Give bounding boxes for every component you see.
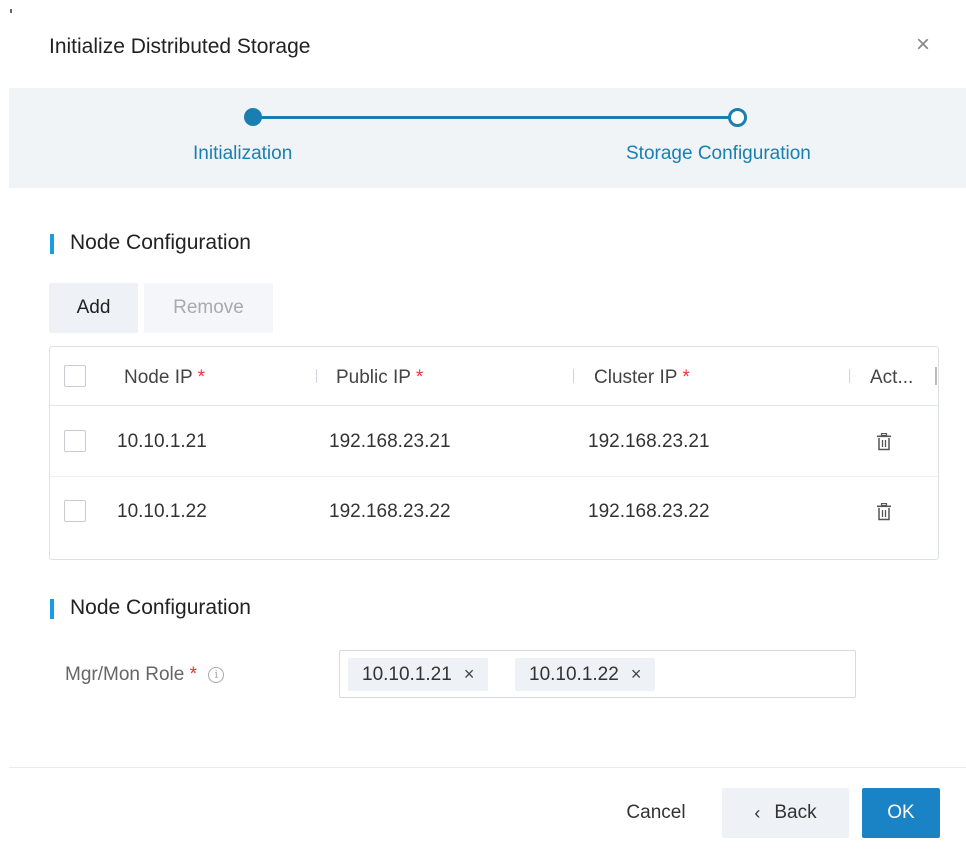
node-table: Node IP * Public IP * Cluster IP * Act..… — [49, 346, 939, 560]
tag-remove-icon[interactable]: × — [631, 664, 642, 685]
section-title-text: Node Configuration — [70, 231, 251, 254]
table-row: 10.10.1.21 192.168.23.21 192.168.23.21 — [50, 406, 938, 477]
mgr-mon-role-label: Mgr/Mon Role * i — [65, 664, 225, 686]
column-separator[interactable] — [573, 369, 574, 383]
column-public-ip[interactable]: Public IP * — [336, 367, 423, 389]
role-tag: 10.10.1.22 × — [515, 658, 656, 691]
table-header: Node IP * Public IP * Cluster IP * Act..… — [50, 347, 938, 406]
column-cluster-ip[interactable]: Cluster IP * — [594, 367, 690, 389]
row-checkbox[interactable] — [64, 500, 86, 522]
cancel-button[interactable]: Cancel — [606, 788, 706, 838]
cell-node-ip: 10.10.1.21 — [117, 431, 207, 452]
tag-remove-icon[interactable]: × — [464, 664, 475, 685]
close-icon[interactable]: × — [916, 30, 930, 60]
column-label: Act... — [870, 367, 914, 388]
remove-button[interactable]: Remove — [144, 283, 273, 333]
column-actions[interactable]: Act... — [870, 367, 913, 389]
ok-button[interactable]: OK — [862, 788, 940, 838]
column-separator[interactable] — [316, 369, 317, 383]
trash-icon[interactable] — [876, 433, 892, 451]
cell-node-ip: 10.10.1.22 — [117, 501, 207, 522]
row-checkbox[interactable] — [64, 430, 86, 452]
step-current-dot — [728, 108, 747, 127]
required-mark: * — [189, 664, 198, 685]
footer-divider — [9, 767, 966, 768]
required-mark: * — [682, 367, 690, 388]
section-title-text: Node Configuration — [70, 596, 251, 619]
field-label-text: Mgr/Mon Role — [65, 664, 185, 685]
section-accent-bar — [50, 234, 54, 254]
column-label: Public IP — [336, 367, 411, 388]
info-icon[interactable]: i — [208, 667, 225, 683]
cell-public-ip: 192.168.23.22 — [329, 501, 451, 522]
role-tag: 10.10.1.21 × — [348, 658, 489, 691]
select-all-checkbox[interactable] — [64, 365, 86, 387]
step-label-initialization: Initialization — [193, 143, 293, 164]
back-button[interactable]: ‹ Back — [722, 788, 849, 838]
table-row: 10.10.1.22 192.168.23.22 192.168.23.22 — [50, 476, 938, 546]
cell-cluster-ip: 192.168.23.22 — [588, 501, 710, 522]
step-label-storage-configuration: Storage Configuration — [626, 143, 811, 164]
section-accent-bar — [50, 599, 54, 619]
column-separator[interactable] — [849, 369, 850, 383]
tag-label: 10.10.1.21 — [362, 663, 452, 685]
steps-panel — [9, 88, 966, 188]
table-scrollbar[interactable] — [935, 367, 937, 385]
step-connector — [253, 116, 737, 119]
column-label: Cluster IP — [594, 367, 678, 388]
cell-public-ip: 192.168.23.21 — [329, 431, 451, 452]
section-title-roles: Node Configuration — [50, 596, 251, 620]
step-completed-dot — [244, 108, 262, 126]
mgr-mon-role-select[interactable]: 10.10.1.21 × 10.10.1.22 × — [339, 650, 856, 698]
add-button[interactable]: Add — [49, 283, 138, 333]
required-mark: * — [197, 367, 205, 388]
column-label: Node IP — [124, 367, 193, 388]
section-title-nodes: Node Configuration — [50, 231, 251, 255]
chevron-left-icon: ‹ — [754, 802, 761, 823]
dialog-title: Initialize Distributed Storage — [49, 35, 311, 58]
cell-cluster-ip: 192.168.23.21 — [588, 431, 710, 452]
trash-icon[interactable] — [876, 503, 892, 521]
back-button-label: Back — [774, 802, 817, 823]
tag-label: 10.10.1.22 — [529, 663, 619, 685]
column-node-ip[interactable]: Node IP * — [124, 367, 205, 389]
required-mark: * — [415, 367, 424, 388]
corner-mark — [10, 9, 12, 13]
